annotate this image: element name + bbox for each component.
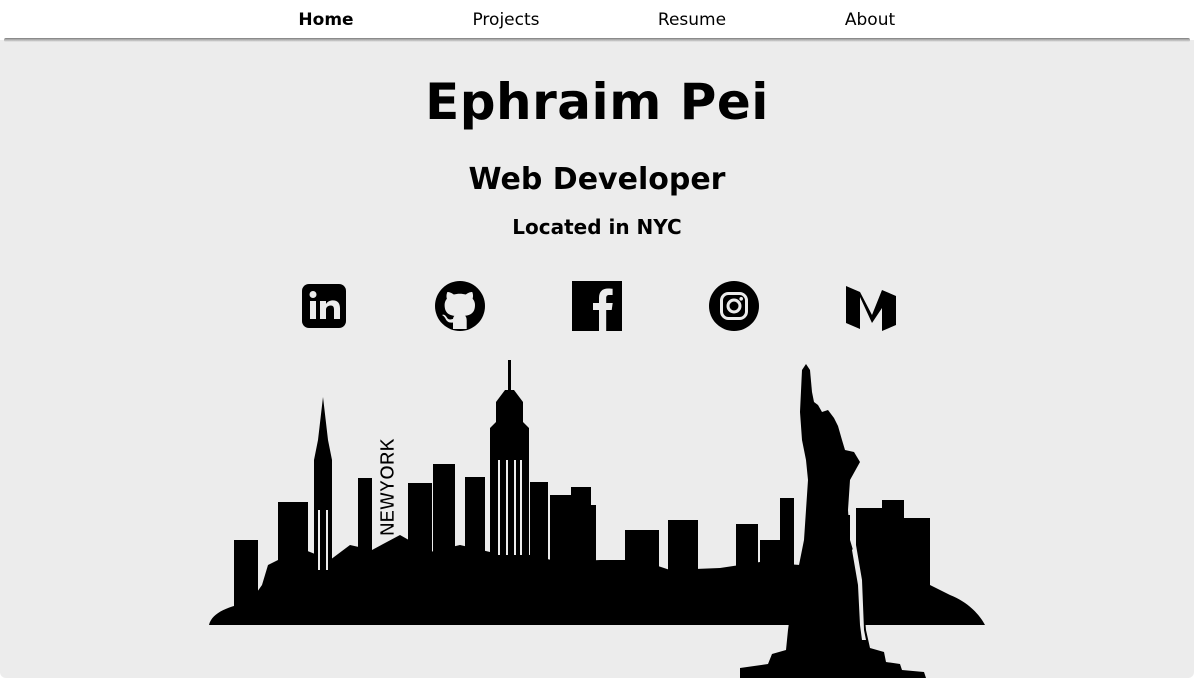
nav-shadow xyxy=(4,38,1190,42)
hero-section: Ephraim Pei Web Developer Located in NYC xyxy=(0,40,1194,678)
nav-resume[interactable]: Resume xyxy=(658,10,726,30)
nav-about[interactable]: About xyxy=(845,10,895,30)
nav-projects[interactable]: Projects xyxy=(472,10,539,30)
skyline-sign-text: NEWYORK xyxy=(377,437,399,536)
nav-home[interactable]: Home xyxy=(298,10,353,30)
top-nav: Home Projects Resume About xyxy=(0,0,1194,40)
new-york-skyline-illustration: NEWYORK xyxy=(209,360,985,678)
